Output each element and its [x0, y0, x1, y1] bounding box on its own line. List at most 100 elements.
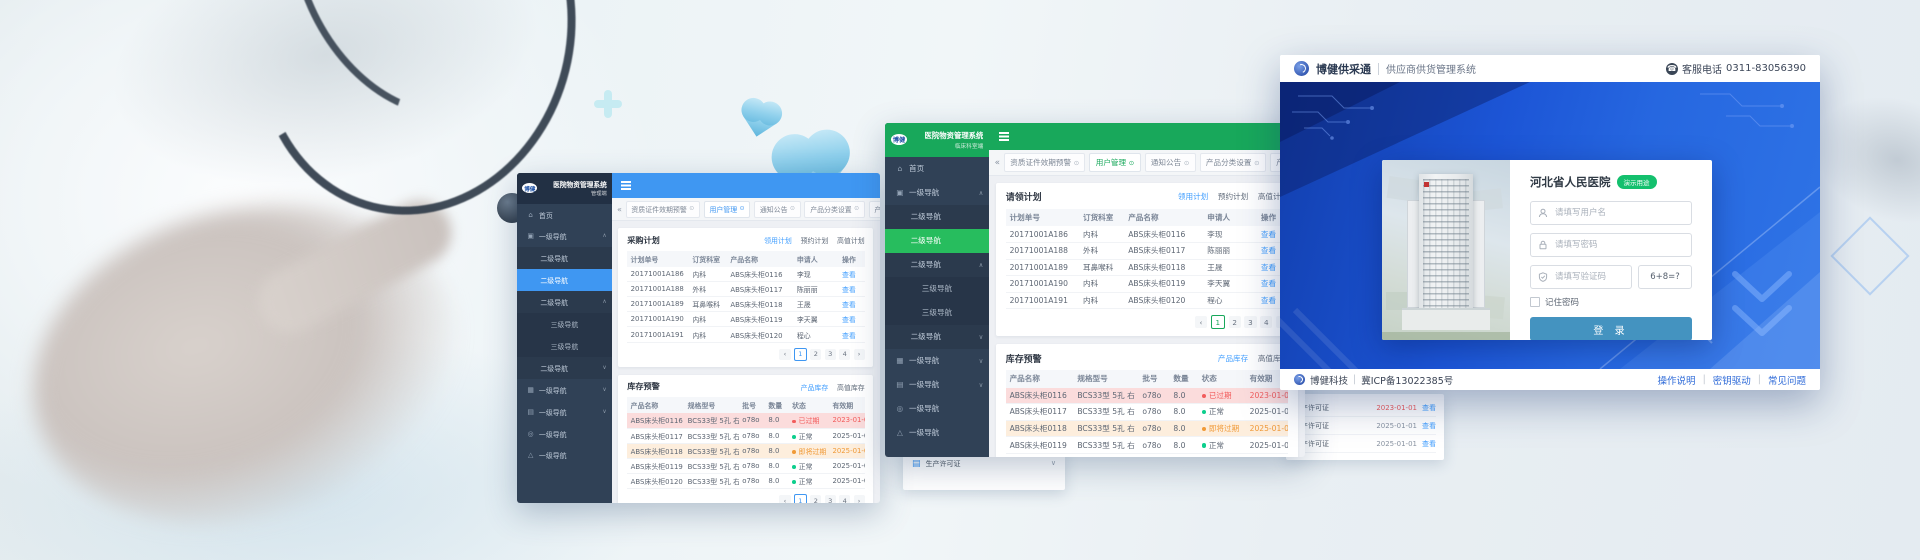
view-link[interactable]: 查看: [842, 286, 856, 294]
sidebar-item[interactable]: △一级导航: [517, 444, 612, 466]
sidebar-item[interactable]: 三级导航: [885, 277, 989, 301]
sidebar-item[interactable]: 二级导航: [885, 229, 989, 253]
sidebar-item[interactable]: 二级导航∧: [517, 291, 612, 313]
sidebar-item[interactable]: 三级导航: [885, 301, 989, 325]
sidebar-item[interactable]: ⌂首页: [885, 157, 989, 181]
footer-link-key-driver[interactable]: 密钥驱动: [1713, 373, 1751, 387]
table-row: ABS床头柜0119BCS33型 5孔 右o78o8.0正常2025-01-01: [1006, 437, 1288, 454]
view-link[interactable]: 查看: [842, 332, 856, 340]
password-input[interactable]: [1553, 239, 1684, 251]
tab-cert-expiry[interactable]: 资质证件效期预警⊙: [626, 201, 700, 218]
sidebar-item[interactable]: ◎一级导航: [517, 423, 612, 445]
sidebar-item[interactable]: ▤一级导航∨: [885, 373, 989, 397]
footer-link-manual[interactable]: 操作说明: [1658, 373, 1696, 387]
view-link[interactable]: 查看: [1261, 263, 1276, 272]
view-link[interactable]: 查看: [1261, 279, 1276, 288]
captcha-field[interactable]: [1530, 265, 1632, 289]
product-name: 供应商供货管理系统: [1386, 61, 1476, 76]
menu-icon[interactable]: [621, 181, 631, 183]
remember-checkbox[interactable]: [1530, 297, 1540, 307]
tab-category-setting[interactable]: 产品分类设置⊙: [804, 201, 865, 218]
sidebar-item[interactable]: ▣一级导航∧: [517, 226, 612, 248]
table-cell: 20171001A189: [1006, 263, 1079, 272]
tab-product-outbound[interactable]: 产品出库⊙: [869, 201, 880, 218]
username-field[interactable]: [1530, 201, 1692, 225]
quick-link[interactable]: 产品库存: [801, 382, 829, 392]
prev-page-button[interactable]: ‹: [1195, 316, 1207, 328]
sidebar-item[interactable]: 三级导航: [517, 335, 612, 357]
captcha-input[interactable]: [1553, 271, 1624, 283]
view-link[interactable]: 查看: [1422, 421, 1436, 431]
page-button[interactable]: 1: [1211, 315, 1225, 329]
password-field[interactable]: [1530, 233, 1692, 257]
username-input[interactable]: [1553, 207, 1684, 219]
quick-link[interactable]: 领用计划: [1178, 191, 1208, 202]
table-cell: 李现: [793, 269, 838, 279]
warn-icon: △: [895, 428, 906, 437]
view-link[interactable]: 查看: [1422, 403, 1436, 413]
sidebar-item[interactable]: 二级导航∧: [885, 253, 989, 277]
page-button[interactable]: 3: [825, 349, 836, 360]
tab-category-setting[interactable]: 产品分类设置⊙: [1200, 153, 1266, 172]
menu-icon[interactable]: [999, 132, 1009, 134]
demo-badge: 演示用途: [1617, 175, 1657, 189]
view-link[interactable]: 查看: [1261, 296, 1276, 305]
sidebar-nav: ⌂首页▣一级导航∧二级导航二级导航二级导航∧三级导航三级导航二级导航∨▦一级导航…: [517, 204, 612, 503]
next-page-button[interactable]: ›: [854, 495, 865, 503]
sidebar-item[interactable]: ▦一级导航∨: [885, 349, 989, 373]
expiry-cell: 2025-01-01: [829, 477, 865, 485]
collapse-tabs-button[interactable]: «: [617, 205, 622, 214]
sidebar: 博健医院物资管理系统管理端⌂首页▣一级导航∧二级导航二级导航二级导航∧三级导航三…: [517, 173, 612, 503]
tab-user-mgmt[interactable]: 用户管理⊙: [1089, 153, 1140, 172]
quick-link[interactable]: 预约计划: [801, 235, 829, 245]
page-button[interactable]: 2: [810, 495, 821, 503]
status-cell: 正常: [1198, 440, 1246, 451]
table-cell: ABS床头柜0117: [1006, 406, 1074, 417]
tab-notice[interactable]: 通知公告⊙: [754, 201, 801, 218]
view-link[interactable]: 查看: [842, 301, 856, 309]
page-button[interactable]: 1: [794, 348, 807, 361]
tab-cert-expiry[interactable]: 资质证件效期预警⊙: [1004, 153, 1085, 172]
status-cell: 正常: [789, 461, 829, 471]
page-button[interactable]: 4: [839, 495, 850, 503]
next-page-button[interactable]: ›: [854, 349, 865, 360]
sidebar-item[interactable]: 二级导航∨: [517, 357, 612, 379]
view-link[interactable]: 查看: [1422, 439, 1436, 449]
collapse-tabs-button[interactable]: «: [995, 158, 1000, 168]
sidebar-item[interactable]: 二级导航: [885, 205, 989, 229]
quick-link[interactable]: 高值库存: [837, 382, 865, 392]
chevron-down-icon[interactable]: ∨: [1051, 459, 1056, 467]
page-button[interactable]: 4: [1260, 316, 1272, 328]
sidebar-item[interactable]: 二级导航∨: [885, 325, 989, 349]
sidebar-item[interactable]: ▣一级导航∧: [885, 181, 989, 205]
view-link[interactable]: 查看: [1261, 230, 1276, 239]
quick-link[interactable]: 预约计划: [1218, 191, 1248, 202]
sidebar-item[interactable]: ▦一级导航∨: [517, 379, 612, 401]
quick-link[interactable]: 产品库存: [1218, 353, 1248, 364]
footer-link-faq[interactable]: 常见问题: [1768, 373, 1806, 387]
login-button[interactable]: 登 录: [1530, 317, 1692, 340]
view-link[interactable]: 查看: [842, 271, 856, 279]
page-button[interactable]: 2: [1229, 316, 1241, 328]
quick-link[interactable]: 领用计划: [764, 235, 792, 245]
page-button[interactable]: 3: [825, 495, 836, 503]
prev-page-button[interactable]: ‹: [779, 495, 790, 503]
page-button[interactable]: 4: [839, 349, 850, 360]
prev-page-button[interactable]: ‹: [779, 349, 790, 360]
sidebar-item[interactable]: 三级导航: [517, 313, 612, 335]
quick-link[interactable]: 高值计划: [837, 235, 865, 245]
sidebar-item[interactable]: △一级导航: [885, 421, 989, 445]
sidebar-item[interactable]: ▤一级导航∨: [517, 401, 612, 423]
page-button[interactable]: 3: [1244, 316, 1256, 328]
page-button[interactable]: 2: [810, 349, 821, 360]
captcha-question[interactable]: 6+8=?: [1638, 265, 1692, 289]
sidebar-item[interactable]: ◎一级导航: [885, 397, 989, 421]
sidebar-item[interactable]: 二级导航: [517, 247, 612, 269]
view-link[interactable]: 查看: [842, 316, 856, 324]
tab-notice[interactable]: 通知公告⊙: [1145, 153, 1196, 172]
view-link[interactable]: 查看: [1261, 246, 1276, 255]
tab-user-mgmt[interactable]: 用户管理⊙: [704, 201, 751, 218]
page-button[interactable]: 1: [794, 494, 807, 503]
sidebar-item[interactable]: ⌂首页: [517, 204, 612, 226]
sidebar-item[interactable]: 二级导航: [517, 269, 612, 291]
